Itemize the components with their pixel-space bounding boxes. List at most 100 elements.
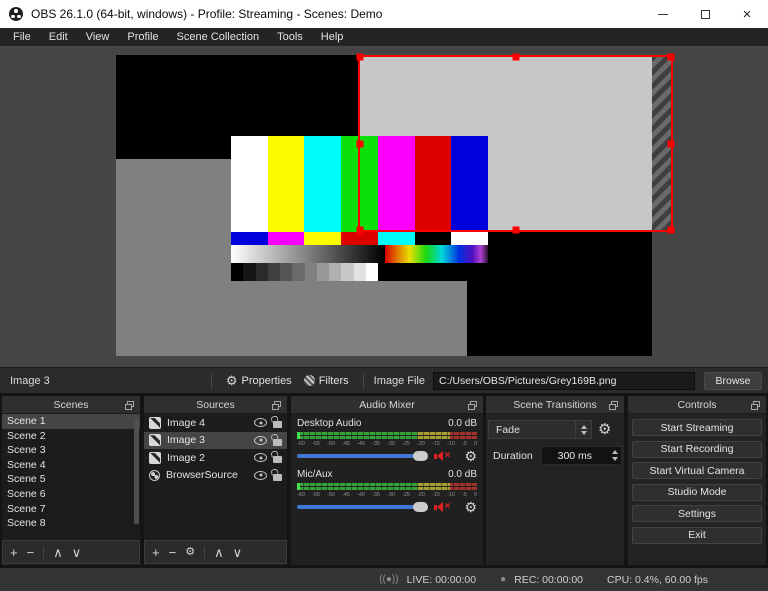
color-bar-small <box>414 232 452 245</box>
source-list-item[interactable]: Image 3 <box>144 431 287 449</box>
scene-transitions-panel-header[interactable]: Scene Transitions <box>486 396 624 414</box>
dock-float-icon[interactable] <box>751 401 760 410</box>
spin-down-icon[interactable] <box>611 457 618 461</box>
visibility-eye-icon[interactable] <box>254 470 267 480</box>
start-recording-button[interactable]: Start Recording <box>632 440 762 458</box>
volume-slider-handle[interactable] <box>413 451 429 461</box>
scene-list-item[interactable]: Scene 3 <box>2 443 140 458</box>
minimize-button[interactable] <box>642 0 684 28</box>
exit-button[interactable]: Exit <box>632 526 762 544</box>
image-file-input[interactable] <box>433 371 695 390</box>
sources-panel-header[interactable]: Sources <box>144 396 287 414</box>
visibility-eye-icon[interactable] <box>254 453 267 463</box>
scale-tick: -20 <box>417 441 425 447</box>
maximize-button[interactable] <box>684 0 726 28</box>
source-list-item[interactable]: Image 2 <box>144 449 287 467</box>
scenes-title: Scenes <box>53 399 89 411</box>
dock-float-icon[interactable] <box>609 401 618 410</box>
scenes-panel-header[interactable]: Scenes <box>2 396 140 414</box>
globe-icon <box>149 469 160 481</box>
dock-float-icon[interactable] <box>125 401 134 410</box>
browse-button[interactable]: Browse <box>704 371 762 390</box>
lock-icon[interactable] <box>273 473 282 481</box>
selection-handle[interactable] <box>667 226 675 234</box>
toolbar-separator <box>204 545 206 559</box>
audio-mixer-body: Desktop Audio 0.0 dB -60 -55 -50 -45 -40 -35 -30… <box>291 414 483 565</box>
scene-list-item[interactable]: Scene 2 <box>2 429 140 444</box>
controls-body: Start Streaming Start Recording Start Virt… <box>628 414 766 565</box>
transition-settings-gear-icon[interactable]: ⚙ <box>598 422 611 437</box>
filters-label: Filters <box>318 374 349 387</box>
start-streaming-button[interactable]: Start Streaming <box>632 419 762 436</box>
volume-slider[interactable] <box>297 450 429 462</box>
selection-handle[interactable] <box>667 53 675 61</box>
spin-up-icon[interactable] <box>611 450 618 454</box>
scene-list-item[interactable]: Scene 5 <box>2 472 140 487</box>
scale-tick: -60 <box>297 441 305 447</box>
channel-settings-gear-icon[interactable]: ⚙ <box>464 449 477 463</box>
menu-item-file[interactable]: File <box>4 28 40 46</box>
scale-tick: -35 <box>372 492 380 498</box>
remove-source-button[interactable]: − <box>169 546 177 559</box>
source-name: Image 4 <box>167 416 205 429</box>
selection-handle[interactable] <box>667 140 675 147</box>
move-scene-up-button[interactable]: ∧ <box>53 546 63 559</box>
transition-select-arrows[interactable] <box>575 421 591 438</box>
visibility-eye-icon[interactable] <box>254 435 267 445</box>
controls-panel-header[interactable]: Controls <box>628 396 766 414</box>
scene-list-item[interactable]: Scene 7 <box>2 502 140 517</box>
menu-item-view[interactable]: View <box>77 28 119 46</box>
source-properties-button[interactable]: ⚙ <box>185 546 195 558</box>
controls-panel: Controls Start Streaming Start Recording S… <box>628 396 766 565</box>
source-list-item[interactable]: BrowserSource <box>144 467 287 485</box>
audio-mixer-panel-header[interactable]: Audio Mixer <box>291 396 483 414</box>
selection-handle[interactable] <box>356 226 364 234</box>
selection-handle[interactable] <box>356 53 364 61</box>
scale-tick: -5 <box>462 492 467 498</box>
scene-list-item[interactable]: Scene 4 <box>2 458 140 473</box>
transition-select[interactable]: Fade <box>488 420 592 439</box>
scenes-scrollbar[interactable] <box>134 418 139 524</box>
menu-item-scene-collection[interactable]: Scene Collection <box>168 28 269 46</box>
obs-window: OBS 26.1.0 (64-bit, windows) - Profile: … <box>0 0 768 591</box>
lock-icon[interactable] <box>273 456 282 464</box>
close-button[interactable]: × <box>726 0 768 28</box>
dock-float-icon[interactable] <box>272 401 281 410</box>
move-source-down-button[interactable]: ∨ <box>233 546 243 559</box>
color-bar-small <box>341 232 378 245</box>
scale-tick: -30 <box>387 441 395 447</box>
properties-button[interactable]: ⚙ Properties <box>220 374 298 387</box>
add-scene-button[interactable]: + <box>10 546 18 559</box>
mute-button[interactable]: × <box>434 502 458 512</box>
remove-scene-button[interactable]: − <box>27 546 35 559</box>
mute-button[interactable]: × <box>434 451 458 461</box>
visibility-eye-icon[interactable] <box>254 418 267 428</box>
scene-list-item[interactable]: Scene 1 <box>2 414 140 429</box>
duration-spinbox[interactable]: 300 ms <box>540 446 622 465</box>
start-virtual-camera-button[interactable]: Start Virtual Camera <box>632 462 762 479</box>
lock-icon[interactable] <box>273 438 282 446</box>
menu-item-profile[interactable]: Profile <box>118 28 167 46</box>
move-scene-down-button[interactable]: ∨ <box>72 546 82 559</box>
menu-item-edit[interactable]: Edit <box>40 28 77 46</box>
menu-item-help[interactable]: Help <box>312 28 353 46</box>
settings-button[interactable]: Settings <box>632 505 762 522</box>
filters-button[interactable]: Filters <box>298 375 355 387</box>
source-list-item[interactable]: Image 4 <box>144 414 287 432</box>
move-source-up-button[interactable]: ∧ <box>214 546 224 559</box>
menu-item-tools[interactable]: Tools <box>268 28 312 46</box>
volume-slider[interactable] <box>297 501 429 513</box>
studio-mode-button[interactable]: Studio Mode <box>632 483 762 501</box>
dock-float-icon[interactable] <box>468 401 477 410</box>
selection-border[interactable] <box>356 53 675 234</box>
selection-handle[interactable] <box>512 53 519 61</box>
volume-slider-handle[interactable] <box>413 502 429 512</box>
lock-icon[interactable] <box>273 421 282 429</box>
scene-list-item[interactable]: Scene 6 <box>2 487 140 502</box>
selection-handle[interactable] <box>512 226 519 234</box>
channel-settings-gear-icon[interactable]: ⚙ <box>464 500 477 514</box>
add-source-button[interactable]: + <box>152 546 160 559</box>
scene-list-item[interactable]: Scene 8 <box>2 516 140 531</box>
selection-handle[interactable] <box>356 140 364 147</box>
toolbar-separator <box>43 545 45 559</box>
